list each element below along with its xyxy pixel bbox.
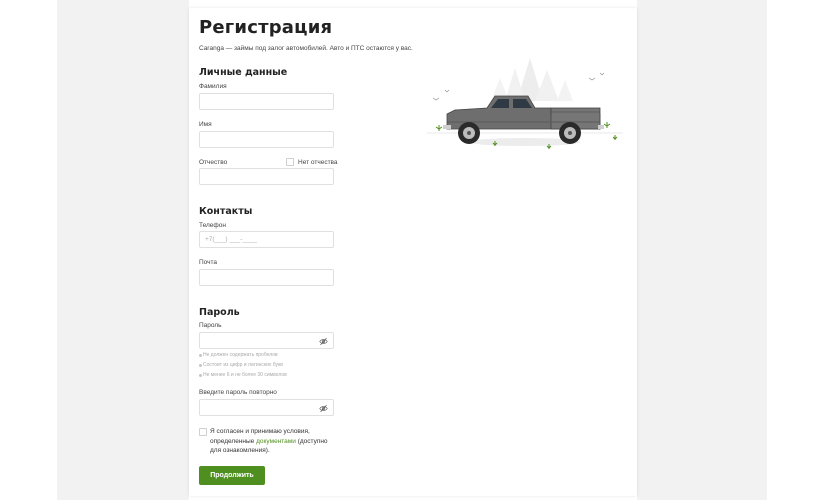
password-input[interactable] — [199, 332, 334, 349]
section-password-heading: Пароль — [199, 307, 240, 318]
email-label: Почта — [199, 259, 218, 266]
phone-label: Телефон — [199, 222, 226, 229]
eye-off-icon[interactable] — [319, 404, 328, 413]
repeat-password-input[interactable] — [199, 399, 334, 416]
hint-bullet — [199, 374, 202, 377]
password-label: Пароль — [199, 322, 222, 329]
repeat-password-label: Введите пароль повторно — [199, 389, 277, 396]
no-patronymic-label: Нет отчества — [298, 159, 338, 166]
page-background-left — [57, 0, 189, 500]
patronymic-label: Отчество — [199, 159, 228, 166]
hint-bullet — [199, 354, 202, 357]
surname-input[interactable] — [199, 93, 334, 110]
continue-button[interactable]: Продолжить — [199, 466, 265, 485]
registration-card: Регистрация Caranga — займы под залог ав… — [189, 8, 637, 496]
patronymic-input[interactable] — [199, 168, 334, 185]
surname-label: Фамилия — [199, 83, 227, 90]
documents-link[interactable]: документами — [256, 438, 296, 445]
name-label: Имя — [199, 121, 212, 128]
password-hint-3: Не менее 6 и не более 30 символов — [203, 372, 287, 378]
email-input[interactable] — [199, 269, 334, 286]
page-background-right — [637, 0, 767, 500]
password-hint-2: Состоит из цифр и латинских букв — [203, 362, 283, 368]
section-contacts-heading: Контакты — [199, 206, 253, 217]
phone-placeholder: +7(___) ___-____ — [205, 236, 257, 243]
pickup-truck-illustration — [427, 58, 623, 149]
eye-off-icon[interactable] — [319, 337, 328, 346]
page-title: Регистрация — [199, 17, 333, 38]
phone-input[interactable]: +7(___) ___-____ — [199, 231, 334, 248]
section-personal-heading: Личные данные — [199, 67, 288, 78]
agree-checkbox[interactable] — [199, 428, 207, 436]
no-patronymic-checkbox[interactable] — [286, 158, 294, 166]
page-subtitle: Caranga — займы под залог автомобилей. А… — [199, 45, 413, 52]
name-input[interactable] — [199, 131, 334, 148]
hint-bullet — [199, 364, 202, 367]
agree-text: Я согласен и принимаю условия, определен… — [210, 427, 340, 456]
password-hint-1: Не должен содержать пробелов — [203, 352, 278, 358]
